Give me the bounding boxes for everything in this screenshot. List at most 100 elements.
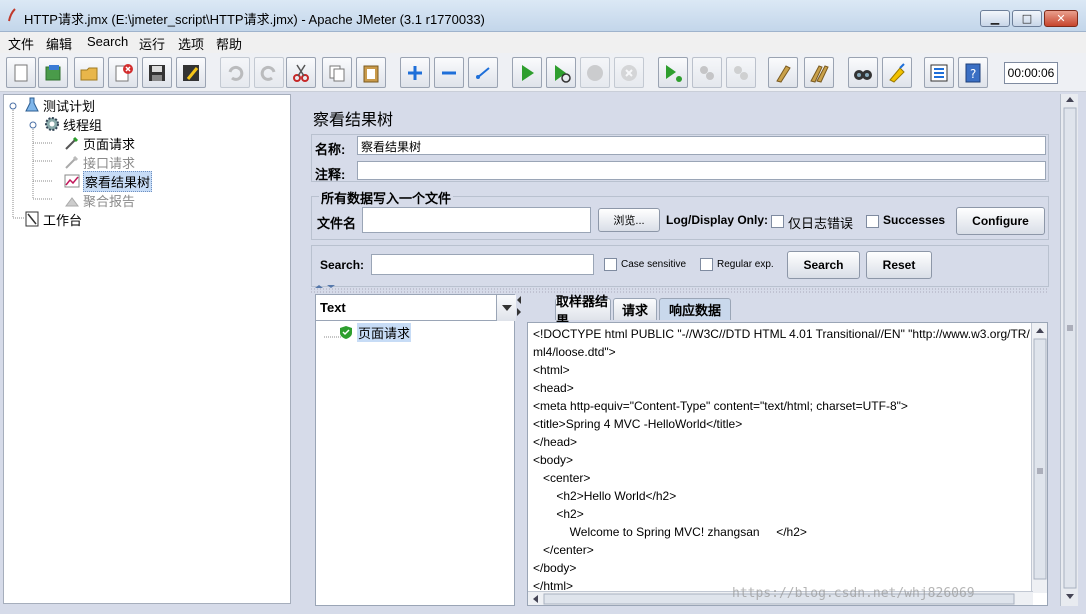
- expand-all-button[interactable]: [400, 57, 430, 88]
- cut-icon: [293, 64, 309, 82]
- response-data-text[interactable]: <!DOCTYPE html PUBLIC "-//W3C//DTD HTML …: [527, 322, 1048, 606]
- remote-shutdown-button[interactable]: [726, 57, 756, 88]
- copy-button[interactable]: [322, 57, 352, 88]
- clear-icon: [776, 64, 791, 83]
- jmeter-feather-icon: [8, 8, 16, 22]
- test-plan-tree[interactable]: 测试计划 线程组 页面请求 接口请求 察看结果树 聚合报告 工作台: [3, 94, 291, 604]
- copy-icon: [329, 65, 345, 81]
- comment-field[interactable]: [357, 161, 1046, 180]
- filename-field[interactable]: [362, 207, 591, 233]
- collapse-all-button[interactable]: [434, 57, 464, 88]
- shutdown-button[interactable]: [614, 57, 644, 88]
- new-icon: [14, 64, 28, 81]
- sample-item-page-request[interactable]: 页面请求: [338, 322, 412, 342]
- tab-response-data[interactable]: 响应数据: [659, 298, 731, 320]
- remote-start-button[interactable]: [658, 57, 688, 88]
- renderer-select[interactable]: Text: [316, 295, 516, 321]
- minimize-button[interactable]: ▁: [980, 10, 1010, 27]
- cut-button[interactable]: [286, 57, 316, 88]
- response-line: <head>: [533, 381, 574, 395]
- browse-button[interactable]: 浏览...: [598, 208, 660, 232]
- paste-button[interactable]: [356, 57, 386, 88]
- search-submit-button[interactable]: Search: [787, 251, 860, 279]
- menu-options[interactable]: 选项: [176, 34, 206, 53]
- results-splitter[interactable]: [516, 294, 524, 606]
- name-field[interactable]: 察看结果树: [357, 136, 1046, 155]
- open-button[interactable]: [74, 57, 104, 88]
- errors-only-label: 仅日志错误: [788, 216, 854, 231]
- search-field[interactable]: [371, 254, 594, 275]
- menu-bar: 文件 编辑 Search 运行 选项 帮助: [0, 32, 1086, 53]
- successes-label: Successes: [883, 213, 946, 227]
- successes-checkbox[interactable]: [866, 215, 879, 228]
- stop-button[interactable]: [580, 57, 610, 88]
- pipette-icon: [64, 135, 80, 151]
- response-line: <!DOCTYPE html PUBLIC "-//W3C//DTD HTML …: [533, 327, 1030, 341]
- help-button[interactable]: ?: [958, 57, 988, 88]
- panel-vertical-scrollbar[interactable]: [1060, 94, 1078, 606]
- search-button[interactable]: [848, 57, 878, 88]
- tab-request[interactable]: 请求: [613, 298, 657, 320]
- redo-button[interactable]: [254, 57, 284, 88]
- tree-item-test-plan[interactable]: 测试计划: [24, 96, 95, 114]
- remote-start-icon: [666, 64, 682, 82]
- filename-label: 文件名: [317, 216, 357, 231]
- page-title: 察看结果树: [313, 112, 394, 129]
- menu-file[interactable]: 文件: [6, 34, 36, 53]
- close-button[interactable]: ✕: [1044, 10, 1078, 27]
- reset-search-button[interactable]: [882, 57, 912, 88]
- comment-label: 注释:: [315, 167, 346, 182]
- tree-item-workbench[interactable]: 工作台: [24, 210, 82, 228]
- save-as-button[interactable]: [176, 57, 206, 88]
- undo-icon: [228, 65, 244, 81]
- tree-item-aggregate-report[interactable]: 聚合报告: [64, 191, 135, 209]
- response-line: Welcome to Spring MVC! zhangsan </h2>: [533, 525, 807, 539]
- toggle-button[interactable]: [468, 57, 498, 88]
- templates-button[interactable]: [38, 57, 68, 88]
- start-no-pauses-button[interactable]: [546, 57, 576, 88]
- errors-only-checkbox[interactable]: [771, 215, 784, 228]
- menu-search[interactable]: Search: [85, 34, 130, 49]
- success-shield-icon: [338, 324, 354, 340]
- response-line: <html>: [533, 363, 570, 377]
- clear-all-button[interactable]: [804, 57, 834, 88]
- regex-checkbox[interactable]: [700, 258, 713, 271]
- panel-splitter[interactable]: [291, 94, 301, 606]
- menu-edit[interactable]: 编辑: [44, 34, 74, 53]
- case-sensitive-checkbox[interactable]: [604, 258, 617, 271]
- elapsed-timer: 00:00:06: [1004, 62, 1058, 84]
- tree-item-page-request[interactable]: 页面请求: [64, 134, 135, 152]
- renderer-value: Text: [320, 300, 346, 315]
- response-line: </center>: [533, 543, 594, 557]
- save-button[interactable]: [142, 57, 172, 88]
- maximize-button[interactable]: □: [1012, 10, 1042, 27]
- remote-stop-button[interactable]: [692, 57, 722, 88]
- response-line: <body>: [533, 453, 574, 467]
- name-label: 名称:: [315, 142, 346, 157]
- title-bar: HTTP请求.jmx (E:\jmeter_script\HTTP请求.jmx)…: [0, 0, 1086, 32]
- new-button[interactable]: [6, 57, 36, 88]
- response-line: <h2>: [533, 507, 584, 521]
- close-file-icon: [115, 63, 133, 81]
- menu-run[interactable]: 运行: [137, 34, 167, 53]
- close-file-button[interactable]: [108, 57, 138, 88]
- tree-item-thread-group[interactable]: 线程组: [44, 115, 102, 133]
- configure-button[interactable]: Configure: [956, 207, 1045, 235]
- redo-icon: [260, 65, 276, 81]
- tree-item-view-results-tree[interactable]: 察看结果树: [64, 170, 153, 192]
- function-helper-button[interactable]: [924, 57, 954, 88]
- tree-item-api-request[interactable]: 接口请求: [64, 153, 135, 171]
- response-line: </body>: [533, 561, 577, 575]
- reset-button[interactable]: Reset: [866, 251, 932, 279]
- menu-help[interactable]: 帮助: [214, 34, 244, 53]
- tab-sampler-result[interactable]: 取样器结果: [555, 294, 611, 328]
- remote-stop-icon: [700, 65, 714, 80]
- paste-icon: [363, 65, 379, 82]
- clear-button[interactable]: [768, 57, 798, 88]
- response-vertical-scrollbar[interactable]: [1031, 323, 1047, 593]
- workbench-icon: [24, 211, 40, 227]
- undo-button[interactable]: [220, 57, 250, 88]
- start-button[interactable]: [512, 57, 542, 88]
- collapse-icon: [442, 71, 456, 74]
- sample-results-list[interactable]: Text 页面请求: [315, 294, 516, 606]
